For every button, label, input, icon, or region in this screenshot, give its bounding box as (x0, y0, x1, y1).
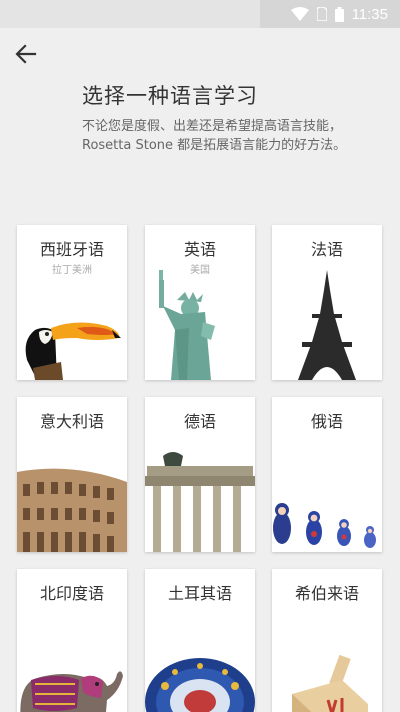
status-icons: 11:35 (290, 4, 388, 24)
sim-icon (316, 7, 327, 21)
page-title: 选择一种语言学习 (82, 84, 258, 108)
statue-of-liberty-image (159, 270, 215, 380)
page-subtitle: 不论您是度假、出差还是希望提高语言技能，Rosetta Stone 都是拓展语言… (82, 119, 347, 153)
matryoshka-dolls-image (273, 503, 376, 548)
language-card-french[interactable]: 法语 (272, 225, 382, 380)
dreidel-image (292, 654, 368, 712)
toucan-image (25, 322, 121, 380)
language-name: 德语 (183, 412, 216, 431)
language-name: 北印度语 (39, 584, 104, 603)
eiffel-tower-image (298, 270, 356, 380)
status-time: 11:35 (351, 5, 388, 23)
battery-icon (334, 6, 344, 22)
language-name: 英语 (183, 240, 216, 259)
language-name: 法语 (310, 240, 343, 259)
wifi-icon (290, 7, 309, 21)
ceramic-plate-image (145, 658, 255, 712)
brandenburg-gate-image (145, 452, 255, 552)
language-card-german[interactable]: 德语 (145, 397, 255, 552)
elephant-image (20, 671, 123, 712)
language-card-turkish[interactable]: 土耳其语 (145, 569, 255, 712)
language-name: 西班牙语 (39, 240, 104, 259)
language-name: 意大利语 (39, 412, 104, 431)
language-name: 土耳其语 (167, 584, 232, 603)
back-button[interactable] (12, 40, 40, 68)
colosseum-image (17, 468, 127, 552)
language-card-spanish[interactable]: 西班牙语 拉丁美洲 (17, 225, 127, 380)
language-card-italian[interactable]: 意大利语 (17, 397, 127, 552)
language-name: 希伯来语 (294, 584, 359, 603)
arrow-left-icon (15, 44, 37, 64)
language-card-hebrew[interactable]: 希伯来语 (272, 569, 382, 712)
status-bar: 11:35 (0, 0, 400, 28)
language-name: 俄语 (310, 412, 343, 431)
language-card-english[interactable]: 英语 美国 (145, 225, 255, 380)
language-card-russian[interactable]: 俄语 (272, 397, 382, 552)
language-card-hindi[interactable]: 北印度语 (17, 569, 127, 712)
